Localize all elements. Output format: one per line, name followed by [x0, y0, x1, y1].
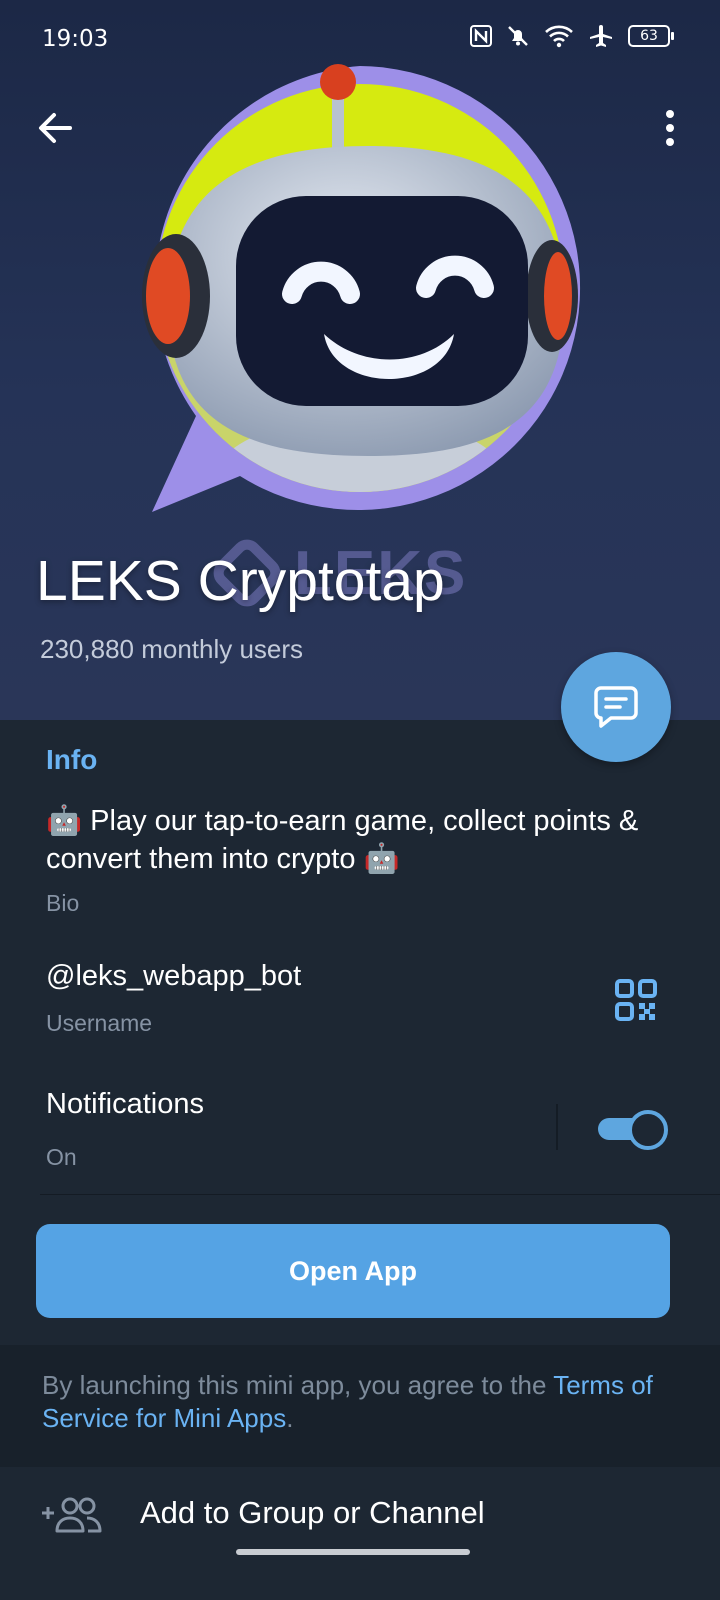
username-label: Username [46, 1010, 153, 1036]
row-divider [40, 1194, 720, 1195]
back-button[interactable] [32, 104, 80, 152]
bot-avatar [142, 64, 581, 512]
terms-section: By launching this mini app, you agree to… [0, 1345, 720, 1467]
username[interactable]: @leks_webapp_bot [46, 960, 301, 993]
bot-name: LEKS Cryptotap [36, 549, 445, 613]
profile-header: 19:03 63 LEKS LEKS Cryptotap 230,880 mon… [0, 0, 720, 720]
wifi-icon [545, 25, 573, 48]
notifications-toggle[interactable] [598, 1110, 668, 1150]
terms-suffix: . [286, 1403, 294, 1433]
add-users-icon [42, 1497, 102, 1533]
arrow-left-icon [39, 113, 72, 143]
status-icons: 63 [470, 24, 674, 48]
mute-bell-icon [508, 26, 528, 46]
bio-label: Bio [46, 890, 80, 916]
info-section: Info 🤖 Play our tap-to-earn game, collec… [0, 720, 720, 1345]
bio-text[interactable]: 🤖 Play our tap-to-earn game, collect poi… [46, 802, 686, 878]
add-to-group-row[interactable]: Add to Group or Channel [0, 1467, 720, 1600]
terms-text: By launching this mini app, you agree to… [42, 1369, 682, 1435]
toggle-knob [628, 1110, 668, 1150]
battery-icon: 63 [628, 25, 674, 47]
add-to-group-label: Add to Group or Channel [140, 1495, 485, 1530]
airplane-icon [590, 25, 612, 47]
notifications-state: On [46, 1144, 77, 1170]
send-message-button[interactable] [561, 652, 671, 762]
nfc-icon [470, 25, 492, 47]
more-vertical-icon [666, 110, 674, 146]
more-menu-button[interactable] [658, 104, 682, 152]
qr-code-icon[interactable] [614, 978, 658, 1022]
home-indicator[interactable] [236, 1549, 470, 1555]
terms-prefix: By launching this mini app, you agree to… [42, 1370, 554, 1400]
status-time: 19:03 [42, 26, 109, 52]
notifications-divider [556, 1104, 558, 1150]
info-header: Info [46, 744, 98, 775]
chat-bubble-icon [594, 686, 638, 728]
monthly-users: 230,880 monthly users [40, 634, 304, 664]
open-app-button[interactable]: Open App [36, 1224, 670, 1318]
notifications-title[interactable]: Notifications [46, 1088, 204, 1121]
